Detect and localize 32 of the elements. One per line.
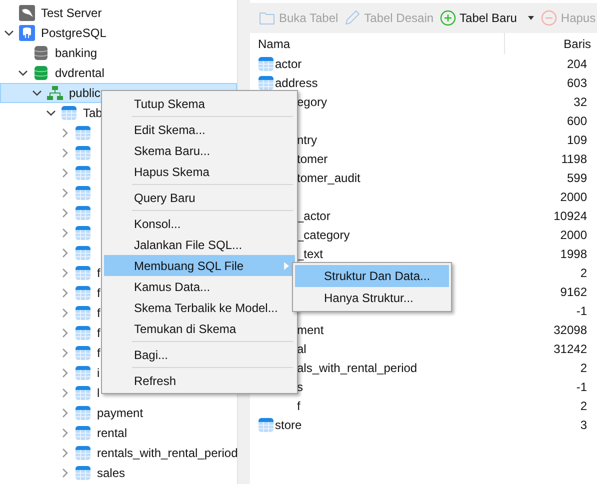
row-count: 603 — [566, 74, 588, 92]
row-count: 3 — [579, 416, 588, 434]
row-count: 2000 — [559, 188, 588, 206]
table-name: _text — [297, 246, 324, 262]
row-count: 31242 — [552, 340, 588, 358]
row-count: 2 — [579, 264, 588, 282]
table-name: store — [275, 416, 302, 434]
table-name: tomer — [297, 150, 328, 168]
row-count: 32 — [572, 94, 588, 110]
table-name: tomer_audit — [297, 170, 360, 186]
row-count: 2 — [579, 360, 588, 376]
row-count: 1198 — [560, 150, 588, 168]
row-count: 109 — [566, 132, 588, 148]
table-name: ment — [297, 322, 324, 338]
table-name: address — [275, 74, 318, 92]
row-count: 10924 — [552, 208, 588, 224]
table-name: ntry — [297, 132, 318, 148]
row-count: 32098 — [552, 322, 588, 338]
table-name: al — [297, 340, 306, 358]
table-name: _category — [297, 226, 350, 244]
row-count: 1998 — [559, 246, 588, 262]
row-count: -1 — [575, 378, 588, 396]
row-count: 600 — [566, 112, 588, 130]
row-count: 2000 — [559, 226, 588, 244]
row-count: 204 — [566, 56, 588, 72]
row-count: 599 — [566, 170, 588, 186]
table-name: f — [297, 398, 300, 414]
row-count: 2 — [579, 398, 588, 414]
table-name: egory — [297, 94, 328, 110]
table-name: _actor — [297, 208, 330, 224]
table-name: actor — [275, 56, 302, 72]
table-name: als_with_rental_period — [297, 360, 418, 376]
